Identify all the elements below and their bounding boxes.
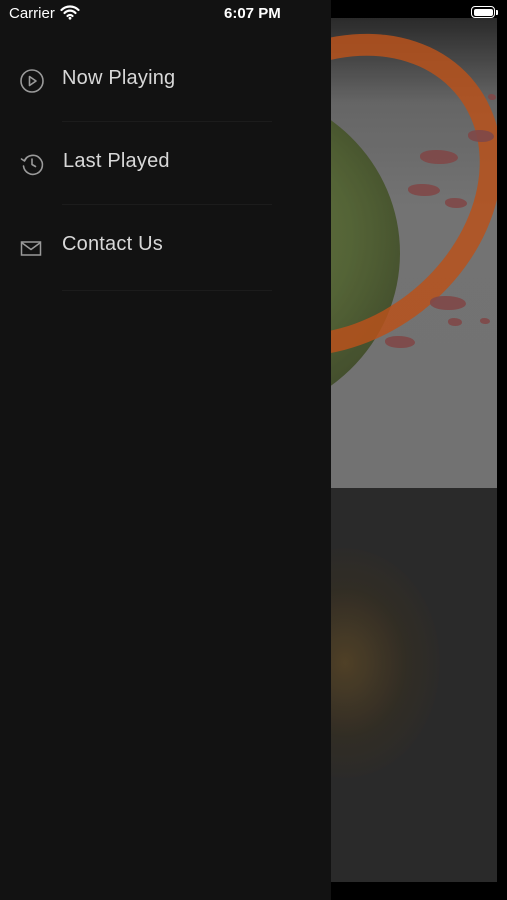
battery-tip xyxy=(496,10,498,15)
status-bar: Carrier 6:07 PM xyxy=(0,0,507,28)
history-icon xyxy=(19,151,45,177)
battery-icon xyxy=(471,6,495,18)
battery-level xyxy=(473,8,493,16)
divider xyxy=(62,290,272,291)
menu-item-contact-us[interactable]: Contact Us xyxy=(0,204,331,291)
menu-item-label: Contact Us xyxy=(62,233,163,255)
side-drawer: Now Playing Last Played Contact Us xyxy=(0,0,331,900)
menu-item-label: Now Playing xyxy=(62,67,176,89)
wifi-icon xyxy=(60,4,80,25)
menu-item-last-played[interactable]: Last Played xyxy=(0,121,331,205)
menu-item-label: Last Played xyxy=(63,150,170,172)
carrier-label: Carrier xyxy=(9,5,55,22)
envelope-icon xyxy=(19,235,45,261)
status-time: 6:07 PM xyxy=(224,5,281,22)
menu-item-now-playing[interactable]: Now Playing xyxy=(0,38,331,122)
play-circle-icon xyxy=(19,68,45,94)
